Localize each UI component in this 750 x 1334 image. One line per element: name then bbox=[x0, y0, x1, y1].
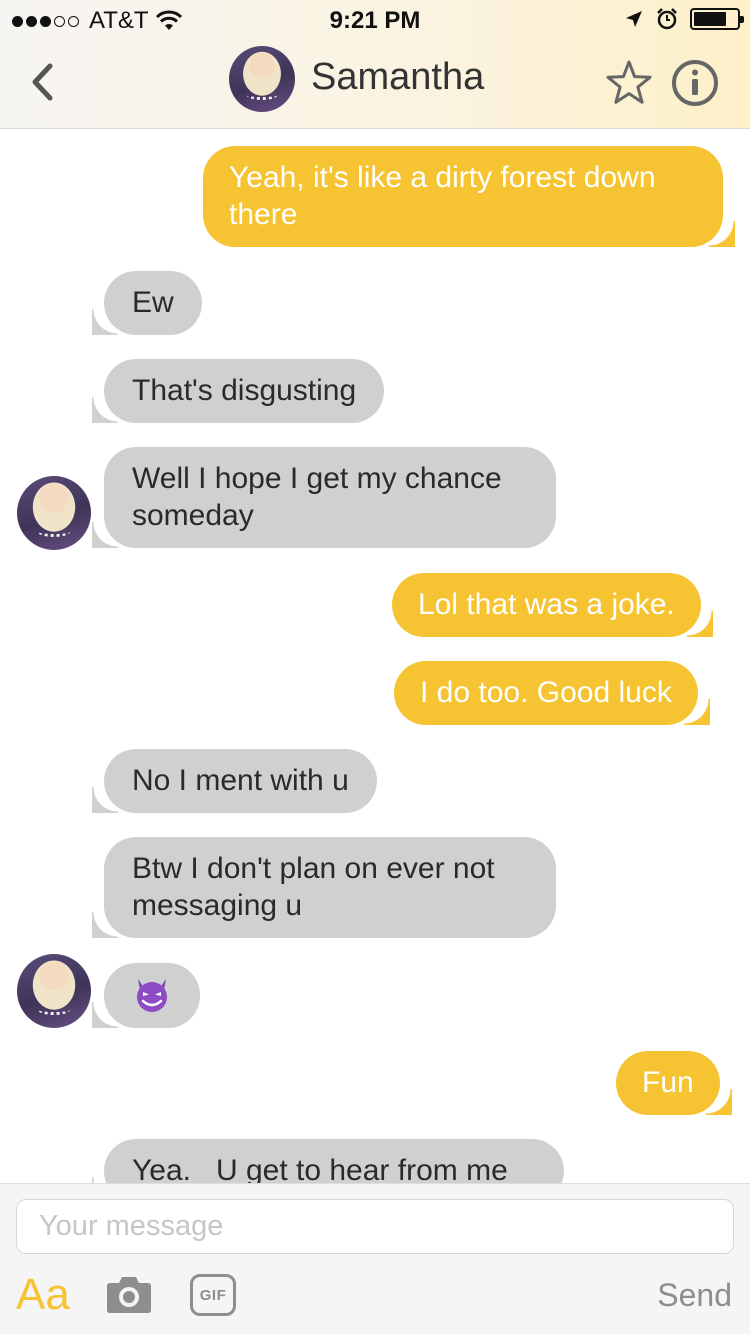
message-text-line: someday bbox=[132, 499, 254, 532]
location-arrow-icon bbox=[626, 11, 642, 27]
chat-header: AT&T 9:21 PM Samantha bbox=[0, 0, 750, 129]
message-bubble-outgoing[interactable]: Fun bbox=[616, 1051, 732, 1115]
message-text-line: Lol that was a joke. bbox=[418, 588, 675, 621]
camera-icon bbox=[107, 1277, 151, 1313]
sender-avatar[interactable] bbox=[17, 476, 91, 550]
message-bubble-outgoing[interactable]: Yeah, it's like a dirty forest down ther… bbox=[203, 146, 735, 247]
message-text-line: there bbox=[229, 198, 298, 231]
message-bubble-incoming[interactable]: That's disgusting bbox=[91, 359, 385, 423]
message-bubble-incoming[interactable]: Btw I don't plan on ever not messaging u bbox=[92, 837, 556, 938]
alarm-clock-icon bbox=[657, 8, 677, 30]
message-bubble-incoming[interactable]: Ew bbox=[92, 271, 202, 335]
battery-icon bbox=[690, 8, 744, 30]
contact-name[interactable]: Samantha bbox=[311, 56, 484, 99]
status-right bbox=[624, 8, 744, 30]
message-text-line: Yea. U get to hear from me bbox=[132, 1154, 508, 1183]
back-button[interactable] bbox=[22, 58, 62, 106]
star-outline-icon bbox=[606, 60, 652, 104]
message-text-line: Yeah, it's like a dirty forest down bbox=[229, 161, 656, 194]
message-composer: Aa GIF Send bbox=[0, 1183, 750, 1334]
send-button[interactable]: Send bbox=[657, 1277, 732, 1314]
message-text-line: Fun bbox=[642, 1066, 694, 1099]
sender-avatar[interactable] bbox=[17, 954, 91, 1028]
status-bar: AT&T 9:21 PM bbox=[0, 0, 750, 40]
message-bubble-incoming[interactable] bbox=[92, 963, 200, 1028]
camera-button[interactable] bbox=[106, 1274, 152, 1314]
message-bubble-outgoing[interactable]: Lol that was a joke. bbox=[392, 573, 713, 637]
chevron-left-icon bbox=[32, 63, 53, 101]
navigation-bar: Samantha bbox=[0, 40, 750, 128]
message-text-line: That's disgusting bbox=[132, 374, 357, 407]
message-text-line: I do too. Good luck bbox=[420, 676, 672, 709]
gif-label: GIF bbox=[199, 1286, 227, 1304]
text-format-button[interactable]: Aa bbox=[16, 1270, 70, 1320]
message-text-line: No I ment with u bbox=[132, 764, 349, 797]
message-thread[interactable]: Yeah, it's like a dirty forest down ther… bbox=[0, 130, 750, 1183]
message-input[interactable] bbox=[16, 1199, 734, 1254]
message-text-line: Btw I don't plan on ever not bbox=[132, 852, 495, 885]
info-circle-icon bbox=[672, 60, 718, 106]
message-text-line: Well I hope I get my chance bbox=[132, 462, 502, 495]
message-text-line: messaging u bbox=[132, 889, 303, 922]
gif-button[interactable]: GIF bbox=[190, 1274, 236, 1316]
message-text-line: Ew bbox=[132, 286, 174, 319]
favorite-button[interactable] bbox=[604, 58, 654, 108]
message-bubble-outgoing[interactable]: I do too. Good luck bbox=[394, 661, 710, 725]
message-bubble-incoming[interactable]: Well I hope I get my chance someday bbox=[92, 447, 556, 548]
info-button[interactable] bbox=[671, 59, 719, 107]
contact-avatar[interactable] bbox=[229, 46, 295, 112]
smiling-devil-emoji bbox=[137, 979, 167, 1013]
message-bubble-incoming[interactable]: Yea. U get to hear from me bbox=[92, 1139, 564, 1183]
message-bubble-incoming[interactable]: No I ment with u bbox=[92, 749, 377, 813]
